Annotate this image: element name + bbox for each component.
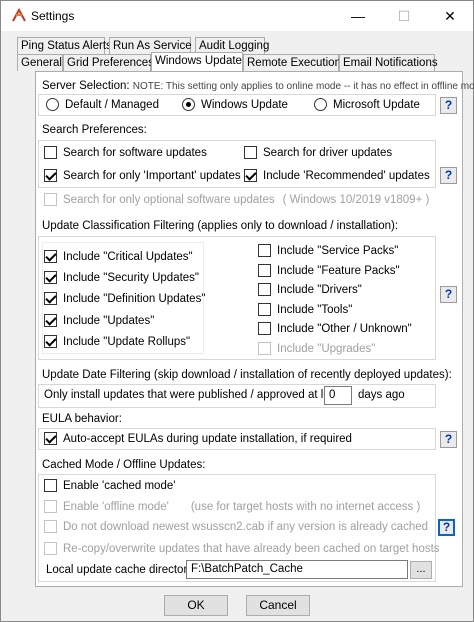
search-preferences-label: Search Preferences:: [42, 124, 147, 136]
cache-directory-input[interactable]: F:\BatchPatch_Cache: [186, 560, 408, 579]
checkbox-label: Re-copy/overwrite updates that have alre…: [63, 542, 440, 555]
enable-cached-mode-checkbox[interactable]: Enable 'cached mode': [44, 479, 175, 492]
checkbox-label: Auto-accept EULAs during update installa…: [63, 432, 352, 445]
include-drivers-checkbox[interactable]: Include "Drivers": [258, 283, 362, 296]
include-security-updates-checkbox[interactable]: Include "Security Updates": [44, 271, 199, 284]
checkbox[interactable]: [258, 283, 271, 296]
include-other-unknown-checkbox[interactable]: Include "Other / Unknown": [258, 322, 412, 335]
checkbox-label: Include "Service Packs": [277, 244, 399, 257]
checkbox[interactable]: [258, 244, 271, 257]
checkbox-label: Enable 'cached mode': [63, 479, 176, 492]
checkbox-label: Include "Feature Packs": [277, 264, 400, 277]
checkbox-label: Include "Update Rollups": [63, 335, 191, 348]
auto-accept-eula-checkbox[interactable]: Auto-accept EULAs during update installa…: [44, 432, 352, 445]
checkbox[interactable]: [44, 500, 57, 513]
checkbox[interactable]: [258, 264, 271, 277]
recopy-overwrite-checkbox[interactable]: Re-copy/overwrite updates that have alre…: [44, 542, 440, 555]
checkbox[interactable]: [44, 520, 57, 533]
checkbox[interactable]: [244, 146, 257, 159]
checkbox[interactable]: [44, 479, 57, 492]
checkbox[interactable]: [244, 169, 257, 182]
date-filter-suffix: days ago: [358, 389, 405, 401]
checkbox[interactable]: [44, 271, 57, 284]
cache-directory-label: Local update cache directory:: [46, 564, 197, 576]
offline-mode-note: (use for target hosts with no internet a…: [190, 500, 421, 513]
date-filtering-label: Update Date Filtering (skip download / i…: [42, 369, 452, 381]
checkbox[interactable]: [44, 432, 57, 445]
include-tools-checkbox[interactable]: Include "Tools": [258, 303, 352, 316]
include-update-rollups-checkbox[interactable]: Include "Update Rollups": [44, 335, 190, 348]
days-ago-input[interactable]: 0: [324, 386, 352, 405]
no-download-wsusscn2-checkbox[interactable]: Do not download newest wsusscn2.cab if a…: [44, 520, 428, 533]
checkbox[interactable]: [44, 314, 57, 327]
checkbox-label: Include "Security Updates": [63, 271, 200, 284]
checkbox[interactable]: [258, 322, 271, 335]
help-search-preferences-button[interactable]: ?: [440, 167, 457, 184]
include-critical-updates-checkbox[interactable]: Include "Critical Updates": [44, 250, 193, 263]
help-server-selection-button[interactable]: ?: [440, 97, 457, 114]
checkbox-label: Search for software updates: [63, 146, 207, 159]
include-updates-checkbox[interactable]: Include "Updates": [44, 314, 154, 327]
cancel-button[interactable]: Cancel: [246, 595, 310, 616]
include-recommended-checkbox[interactable]: Include 'Recommended' updates: [244, 169, 430, 182]
server-selection-label: Server Selection:: [42, 80, 130, 92]
search-optional-only-checkbox[interactable]: Search for only optional software update…: [44, 193, 429, 206]
help-classification-button[interactable]: ?: [440, 286, 457, 303]
checkbox-label: Include "Tools": [277, 303, 353, 316]
radio-button[interactable]: [314, 98, 327, 111]
radio-microsoft-update[interactable]: Microsoft Update: [314, 98, 420, 111]
search-important-only-checkbox[interactable]: Search for only 'Important' updates: [44, 169, 241, 182]
cached-mode-label: Cached Mode / Offline Updates:: [42, 459, 206, 471]
include-upgrades-checkbox[interactable]: Include "Upgrades": [258, 342, 375, 355]
radio-button[interactable]: [46, 98, 59, 111]
checkbox-label: Include "Critical Updates": [63, 250, 193, 263]
checkbox[interactable]: [44, 193, 57, 206]
checkbox[interactable]: [258, 342, 271, 355]
classification-label: Update Classification Filtering (applies…: [42, 220, 399, 232]
optional-version-note: ( Windows 10/2019 v1809+ ): [282, 193, 430, 206]
include-service-packs-checkbox[interactable]: Include "Service Packs": [258, 244, 398, 257]
date-filter-prefix: Only install updates that were published…: [44, 389, 346, 401]
checkbox-label: Include "Other / Unknown": [277, 322, 412, 335]
radio-label: Windows Update: [201, 98, 288, 111]
radio-windows-update[interactable]: Windows Update: [182, 98, 288, 111]
server-selection-note: NOTE: This setting only applies to onlin…: [132, 81, 474, 92]
checkbox-label: Include "Updates": [63, 314, 155, 327]
eula-label: EULA behavior:: [42, 413, 122, 425]
include-definition-updates-checkbox[interactable]: Include "Definition Updates": [44, 292, 205, 305]
checkbox-label: Do not download newest wsusscn2.cab if a…: [63, 520, 429, 533]
search-software-updates-checkbox[interactable]: Search for software updates: [44, 146, 207, 159]
checkbox-label: Enable 'offline mode': [63, 500, 169, 513]
checkbox[interactable]: [258, 303, 271, 316]
checkbox-label: Include 'Recommended' updates: [263, 169, 430, 182]
checkbox[interactable]: [44, 250, 57, 263]
radio-default-managed[interactable]: Default / Managed: [46, 98, 159, 111]
search-driver-updates-checkbox[interactable]: Search for driver updates: [244, 146, 392, 159]
checkbox[interactable]: [44, 335, 57, 348]
ok-button[interactable]: OK: [164, 595, 228, 616]
checkbox-label: Include "Definition Updates": [63, 292, 206, 305]
radio-button[interactable]: [182, 98, 195, 111]
checkbox-label: Search for driver updates: [263, 146, 393, 159]
checkbox-label: Search for only 'Important' updates: [63, 169, 241, 182]
checkbox-label: Search for only optional software update…: [63, 193, 275, 206]
checkbox[interactable]: [44, 146, 57, 159]
server-selection-group: Server Selection: NOTE: This setting onl…: [42, 80, 474, 92]
checkbox[interactable]: [44, 169, 57, 182]
radio-label: Microsoft Update: [333, 98, 420, 111]
checkbox-label: Include "Drivers": [277, 283, 362, 296]
enable-offline-mode-checkbox[interactable]: Enable 'offline mode' (use for target hos…: [44, 500, 420, 513]
browse-cache-directory-button[interactable]: ...: [410, 561, 432, 579]
help-eula-button[interactable]: ?: [440, 431, 457, 448]
include-feature-packs-checkbox[interactable]: Include "Feature Packs": [258, 264, 400, 277]
checkbox-label: Include "Upgrades": [277, 342, 376, 355]
help-cached-mode-button[interactable]: ?: [438, 519, 455, 536]
checkbox[interactable]: [44, 542, 57, 555]
radio-label: Default / Managed: [65, 98, 159, 111]
checkbox[interactable]: [44, 292, 57, 305]
